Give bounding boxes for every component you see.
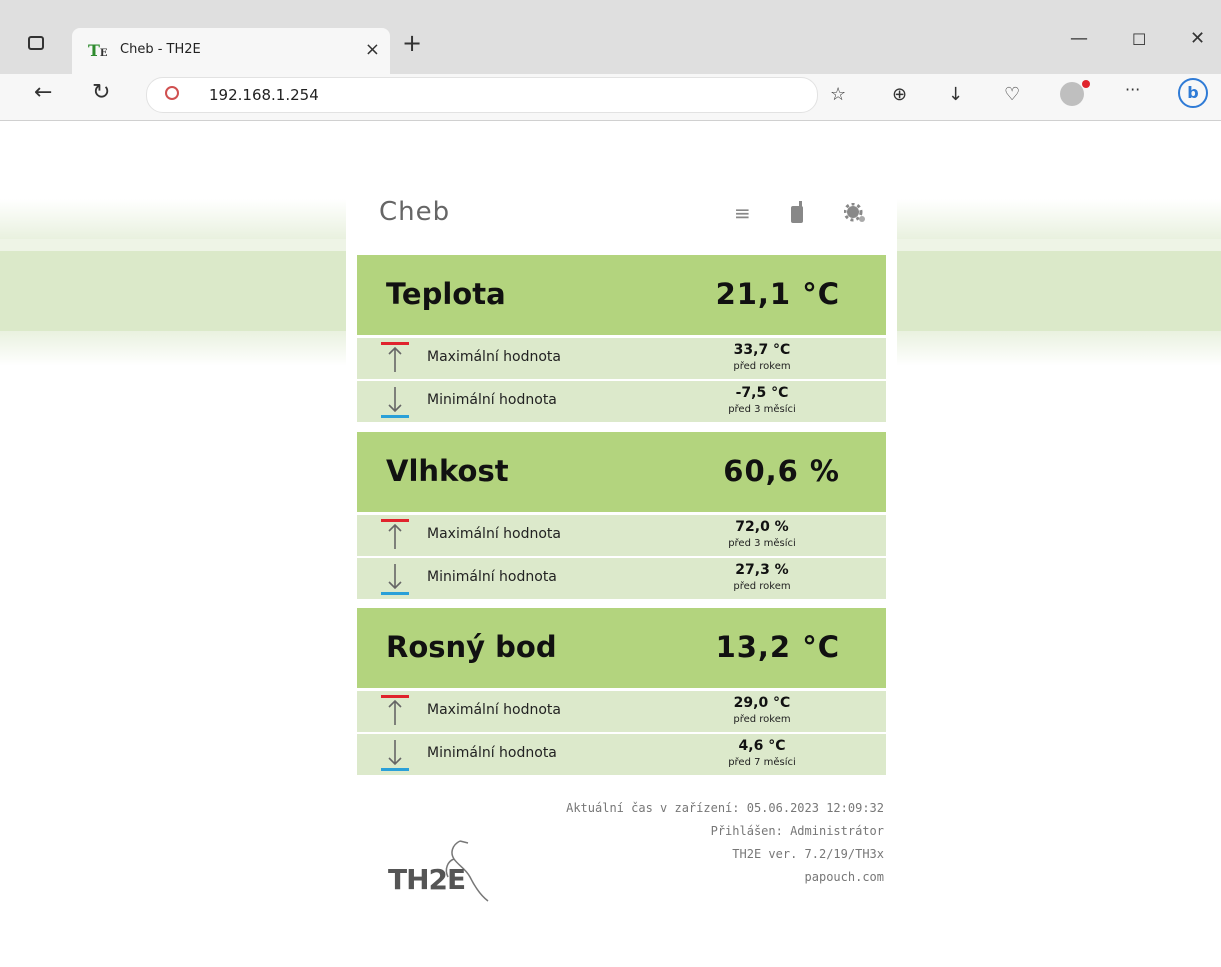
favorites-star-icon[interactable]: ☆ — [830, 84, 846, 105]
settings-icon[interactable] — [844, 203, 866, 223]
url-text[interactable]: 192.168.1.254 — [209, 86, 319, 104]
tab-close-icon[interactable]: × — [365, 39, 380, 60]
max-value-row: Maximální hodnota 29,0 °C před rokem — [357, 691, 886, 732]
row-label: Minimální hodnota — [427, 745, 557, 761]
row-value: 27,3 % — [735, 562, 789, 578]
device-time: Aktuální čas v zařízení: 05.06.2023 12:0… — [566, 801, 884, 815]
row-value: 33,7 °C — [733, 342, 791, 358]
measurement-header: Rosný bod 13,2 °C — [357, 608, 886, 688]
address-toolbar: ← ↻ 192.168.1.254 ☆ ⊕ ↓ ♡ ··· b — [0, 74, 1221, 121]
site-info-icon[interactable] — [165, 86, 179, 100]
measurement-value: 21,1 °C — [715, 277, 840, 311]
measurement-header: Teplota 21,1 °C — [357, 255, 886, 335]
tab-actions-icon[interactable] — [28, 36, 44, 50]
logo-text: TH2E — [388, 863, 466, 896]
min-value-row: Minimální hodnota 4,6 °C před 7 měsíci — [357, 734, 886, 775]
row-value: -7,5 °C — [735, 385, 789, 401]
new-tab-button[interactable]: + — [402, 29, 422, 57]
refresh-icon[interactable]: ↻ — [92, 80, 110, 105]
max-value-row: Maximální hodnota 33,7 °C před rokem — [357, 338, 886, 379]
browser-tab[interactable]: TE Cheb - TH2E × — [72, 28, 390, 74]
row-timestamp: před rokem — [733, 581, 791, 592]
min-value-row: Minimální hodnota 27,3 % před rokem — [357, 558, 886, 599]
back-icon[interactable]: ← — [34, 80, 52, 105]
max-value-row: Maximální hodnota 72,0 % před 3 měsíci — [357, 515, 886, 556]
row-value: 72,0 % — [735, 519, 789, 535]
maximize-icon[interactable]: ☐ — [1132, 30, 1146, 49]
min-arrow-icon — [381, 740, 409, 771]
measurement-name: Vlhkost — [386, 454, 509, 488]
browser-tabbar: TE Cheb - TH2E × + — ☐ ✕ — [0, 0, 1221, 74]
measurement-value: 13,2 °C — [715, 630, 840, 664]
address-bar[interactable]: 192.168.1.254 — [146, 77, 818, 113]
min-value-row: Minimální hodnota -7,5 °C před 3 měsíci — [357, 381, 886, 422]
page-title: Cheb — [379, 197, 451, 227]
row-label: Minimální hodnota — [427, 392, 557, 408]
row-timestamp: před 3 měsíci — [728, 404, 796, 415]
max-arrow-icon — [381, 519, 409, 549]
profile-notification-dot — [1082, 80, 1090, 88]
device-card: Cheb ≡ Teplota 21,1 °C Maximální hodnota 33… — [346, 173, 897, 785]
bing-copilot-icon[interactable]: b — [1178, 78, 1208, 108]
row-label: Maximální hodnota — [427, 702, 561, 718]
more-menu-icon[interactable]: ··· — [1125, 80, 1140, 99]
min-arrow-icon — [381, 387, 409, 418]
profile-avatar[interactable] — [1060, 82, 1084, 106]
row-value: 29,0 °C — [733, 695, 791, 711]
logged-user: Přihlášen: Administrátor — [710, 824, 884, 838]
row-timestamp: před 7 měsíci — [728, 757, 796, 768]
page-viewport: Cheb ≡ Teplota 21,1 °C Maximální hodnota 33… — [0, 121, 1221, 967]
vendor-link[interactable]: papouch.com — [566, 866, 884, 889]
row-label: Maximální hodnota — [427, 526, 561, 542]
measurement-value: 60,6 % — [723, 454, 840, 488]
collections-icon[interactable]: ⊕ — [892, 84, 907, 105]
browser-essentials-icon[interactable]: ♡ — [1004, 84, 1020, 105]
th2e-logo: TH2E — [388, 839, 498, 913]
tab-title: Cheb - TH2E — [120, 42, 201, 57]
row-label: Minimální hodnota — [427, 569, 557, 585]
max-arrow-icon — [381, 342, 409, 372]
menu-icon[interactable]: ≡ — [734, 201, 751, 225]
min-arrow-icon — [381, 564, 409, 595]
window-close-icon[interactable]: ✕ — [1190, 28, 1205, 49]
downloads-icon[interactable]: ↓ — [948, 84, 963, 105]
max-arrow-icon — [381, 695, 409, 725]
row-timestamp: před rokem — [733, 714, 791, 725]
firmware-version: TH2E ver. 7.2/19/TH3x — [732, 847, 884, 861]
row-timestamp: před rokem — [733, 361, 791, 372]
row-timestamp: před 3 měsíci — [728, 538, 796, 549]
measurement-name: Rosný bod — [386, 630, 557, 664]
measurement-name: Teplota — [386, 277, 506, 311]
measurement-header: Vlhkost 60,6 % — [357, 432, 886, 512]
mobile-icon[interactable] — [790, 200, 804, 224]
row-value: 4,6 °C — [738, 738, 786, 754]
site-favicon-icon: TE — [88, 41, 108, 60]
minimize-icon[interactable]: — — [1070, 28, 1088, 49]
page-footer: Aktuální čas v zařízení: 05.06.2023 12:0… — [566, 797, 884, 889]
row-label: Maximální hodnota — [427, 349, 561, 365]
